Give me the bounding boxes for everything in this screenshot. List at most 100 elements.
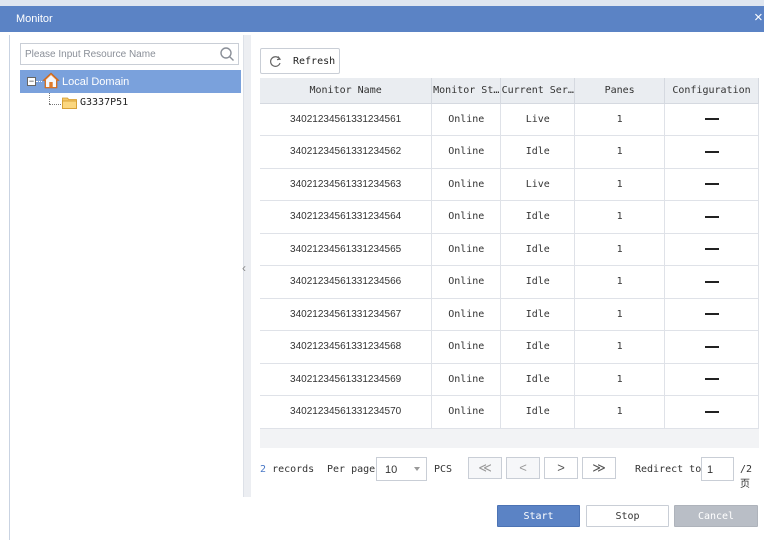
dialog-title: Monitor	[16, 13, 53, 25]
refresh-button[interactable]: Refresh	[260, 48, 340, 74]
cell-panes: 1	[574, 265, 666, 299]
tree-collapse-toggle[interactable]: −	[27, 77, 36, 86]
tree-child-label[interactable]: G3337P51	[80, 97, 128, 108]
home-icon	[42, 72, 60, 89]
cell-configuration[interactable]	[664, 103, 759, 136]
configure-dash-icon[interactable]	[704, 410, 719, 413]
pcs-label: PCS	[434, 464, 453, 475]
table-row[interactable]: 34021234561331234564 Online Idle 1	[260, 200, 759, 234]
cell-service: Idle	[500, 395, 576, 429]
start-button[interactable]: Start	[497, 505, 580, 527]
cell-configuration[interactable]	[664, 265, 759, 299]
configure-dash-icon[interactable]	[704, 118, 719, 121]
table-row[interactable]: 34021234561331234566 Online Idle 1	[260, 265, 759, 299]
monitor-table-area: Monitor Name Monitor St… Current Ser… Pa…	[260, 78, 759, 448]
cell-status: Online	[431, 103, 502, 136]
configure-dash-icon[interactable]	[704, 215, 719, 218]
col-panes[interactable]: Panes	[574, 78, 666, 104]
stop-button[interactable]: Stop	[586, 505, 669, 527]
folder-icon	[62, 97, 77, 109]
configure-dash-icon[interactable]	[704, 183, 719, 186]
col-monitor-status[interactable]: Monitor St…	[431, 78, 502, 104]
cell-service: Idle	[500, 135, 576, 169]
cell-monitor-name: 34021234561331234563	[260, 168, 433, 201]
table-row[interactable]: 34021234561331234565 Online Idle 1	[260, 233, 759, 266]
total-pages: /2 页	[740, 464, 753, 490]
table-row[interactable]: 34021234561331234567 Online Idle 1	[260, 298, 759, 331]
resource-search-input[interactable]: Please Input Resource Name	[20, 43, 239, 65]
cell-service: Idle	[500, 330, 576, 364]
cell-configuration[interactable]	[664, 200, 759, 234]
cell-service: Live	[500, 103, 576, 136]
cell-service: Idle	[500, 298, 576, 331]
chevron-down-icon	[414, 467, 420, 471]
dialog-titlebar: Monitor ×	[0, 6, 764, 32]
cell-panes: 1	[574, 363, 666, 396]
cell-configuration[interactable]	[664, 395, 759, 429]
cell-monitor-name: 340212345613312345​61	[260, 103, 433, 136]
configure-dash-icon[interactable]	[704, 378, 719, 381]
cell-status: Online	[431, 233, 502, 266]
record-count-number: 2	[260, 464, 267, 475]
cell-monitor-name: 34021234561331234564	[260, 200, 433, 234]
cell-panes: 1	[574, 103, 666, 136]
tree-connector	[49, 104, 61, 105]
cell-status: Online	[431, 265, 502, 299]
configure-dash-icon[interactable]	[704, 313, 719, 316]
cell-service: Idle	[500, 233, 576, 266]
table-header-row: Monitor Name Monitor St… Current Ser… Pa…	[260, 78, 759, 104]
table-row[interactable]: 34021234561331234569 Online Idle 1	[260, 363, 759, 396]
table-row[interactable]: 34021234561331234568 Online Idle 1	[260, 330, 759, 364]
cell-status: Online	[431, 395, 502, 429]
cell-configuration[interactable]	[664, 168, 759, 201]
cell-monitor-name: 34021234561331234567	[260, 298, 433, 331]
pagination-bar: 2 records Per page 10 PCS ≪ < > ≫ Redire…	[260, 456, 764, 490]
per-page-value: 10	[385, 464, 398, 476]
configure-dash-icon[interactable]	[704, 280, 719, 283]
per-page-select[interactable]: 10	[376, 457, 427, 481]
cell-configuration[interactable]	[664, 298, 759, 331]
refresh-icon	[270, 56, 282, 67]
col-configuration[interactable]: Configuration	[664, 78, 759, 104]
cell-status: Online	[431, 363, 502, 396]
search-icon[interactable]	[219, 46, 235, 62]
cell-status: Online	[431, 200, 502, 234]
cell-configuration[interactable]	[664, 363, 759, 396]
next-page-button[interactable]: >	[544, 457, 578, 479]
cell-service: Live	[500, 168, 576, 201]
configure-dash-icon[interactable]	[704, 345, 719, 348]
col-current-service[interactable]: Current Ser…	[500, 78, 576, 104]
last-page-button[interactable]: ≫	[582, 457, 616, 479]
cell-configuration[interactable]	[664, 330, 759, 364]
cell-panes: 1	[574, 168, 666, 201]
cell-status: Online	[431, 168, 502, 201]
record-count: 2 records	[260, 464, 314, 475]
page-number-value: 1	[707, 464, 714, 476]
search-placeholder: Please Input Resource Name	[25, 49, 156, 60]
col-monitor-name[interactable]: Monitor Name	[260, 78, 433, 104]
cell-monitor-name: 34021234561331234565	[260, 233, 433, 266]
configure-dash-icon[interactable]	[704, 248, 719, 251]
cell-panes: 1	[574, 395, 666, 429]
table-row[interactable]: 34021234561331234563 Online Live 1	[260, 168, 759, 201]
table-row[interactable]: 34021234561331234570 Online Idle 1	[260, 395, 759, 429]
cell-monitor-name: 34021234561331234562	[260, 135, 433, 169]
cell-monitor-name: 34021234561331234570	[260, 395, 433, 429]
cell-configuration[interactable]	[664, 135, 759, 169]
cell-panes: 1	[574, 233, 666, 266]
cell-panes: 1	[574, 330, 666, 364]
cell-service: Idle	[500, 200, 576, 234]
close-icon[interactable]: ×	[754, 9, 763, 26]
cell-status: Online	[431, 298, 502, 331]
cell-panes: 1	[574, 298, 666, 331]
table-row[interactable]: 34021234561331234562 Online Idle 1	[260, 135, 759, 169]
table-row[interactable]: 340212345613312345​61 Online Live 1	[260, 103, 759, 136]
cell-configuration[interactable]	[664, 233, 759, 266]
first-page-button[interactable]: ≪	[468, 457, 502, 479]
collapse-sidebar-icon[interactable]: ‹	[242, 261, 246, 275]
configure-dash-icon[interactable]	[704, 150, 719, 153]
cell-status: Online	[431, 330, 502, 364]
cancel-button[interactable]: Cancel	[674, 505, 758, 527]
prev-page-button[interactable]: <	[506, 457, 540, 479]
page-number-input[interactable]: 1	[701, 457, 734, 481]
